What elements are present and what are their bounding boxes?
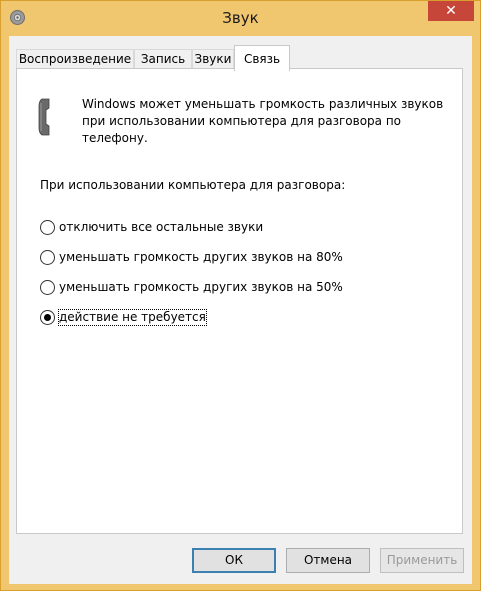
cancel-button[interactable]: Отмена [286, 548, 370, 573]
description-text: Windows может уменьшать громкость различ… [82, 96, 444, 147]
ok-button[interactable]: ОК [192, 548, 276, 573]
close-button[interactable]: ✕ [428, 1, 474, 21]
option-label[interactable]: отключить все остальные звуки [59, 220, 263, 235]
option-label[interactable]: уменьшать громкость других звуков на 80% [59, 250, 343, 265]
title-bar[interactable]: Звук ✕ [1, 1, 480, 37]
close-icon: ✕ [445, 3, 457, 19]
radio-button[interactable] [40, 250, 55, 265]
option-label[interactable]: действие не требуется [58, 309, 207, 326]
tab-recording[interactable]: Запись [134, 49, 192, 68]
description-line: Windows может уменьшать громкость различ… [82, 97, 444, 111]
apply-button[interactable]: Применить [380, 548, 464, 573]
communications-panel: Windows может уменьшать громкость различ… [16, 68, 463, 534]
radio-selected-dot [44, 314, 51, 321]
tab-communications[interactable]: Связь [234, 45, 290, 71]
tab-playback[interactable]: Воспроизведение [16, 49, 134, 68]
radio-button[interactable] [40, 280, 55, 295]
description-line: телефону. [82, 131, 148, 145]
radio-button-selected[interactable] [40, 310, 55, 325]
dialog-client-area: Воспроизведение Запись Звуки Связь Windo… [9, 36, 472, 584]
radio-button[interactable] [40, 220, 55, 235]
description-line: при использовании компьютера для разгово… [82, 114, 402, 128]
sound-dialog-window: Звук ✕ Воспроизведение Запись Звуки Связ… [0, 0, 481, 591]
window-title: Звук [222, 9, 259, 27]
telephone-handset-icon [38, 98, 50, 136]
tab-sounds[interactable]: Звуки [192, 49, 234, 68]
option-label[interactable]: уменьшать громкость других звуков на 50% [59, 280, 343, 295]
options-prompt: При использовании компьютера для разгово… [40, 178, 346, 192]
